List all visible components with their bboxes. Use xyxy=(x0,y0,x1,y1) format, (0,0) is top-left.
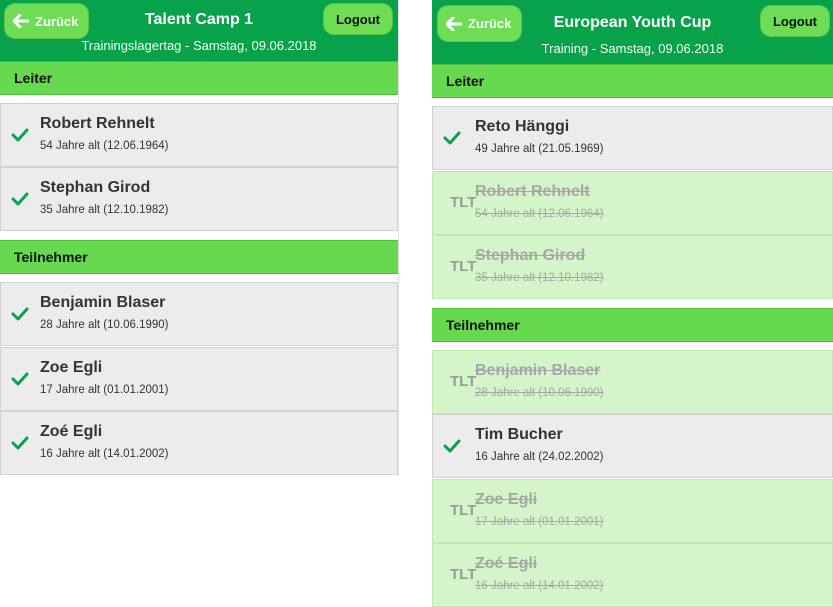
section-header-teilnehmer: Teilnehmer xyxy=(0,240,398,274)
participant-name: Tim Bucher xyxy=(475,426,563,443)
participant-row[interactable]: Reto Hänggi 49 Jahre alt (21.05.1969) xyxy=(432,106,833,170)
participant-age: 17 Jahre alt (01.01.2001) xyxy=(40,384,169,396)
header-bar: Zurück Talent Camp 1 Logout Trainingslag… xyxy=(0,0,398,61)
european-youth-cup-panel: Zurück European Youth Cup Logout Trainin… xyxy=(432,0,833,607)
participant-row[interactable]: Zoé Egli 16 Jahre alt (14.01.2002) xyxy=(0,411,398,475)
participant-age: 28 Jahre alt (10.06.1990) xyxy=(475,387,604,399)
check-icon xyxy=(11,372,29,391)
participant-row-excluded[interactable]: TLT Benjamin Blaser 28 Jahre alt (10.06.19… xyxy=(432,350,833,414)
participant-row[interactable]: Benjamin Blaser 28 Jahre alt (10.06.1990) xyxy=(0,282,398,346)
logout-button[interactable]: Logout xyxy=(760,6,829,36)
participant-age: 54 Jahre alt (12.06.1964) xyxy=(40,140,169,152)
participant-age: 16 Jahre alt (14.01.2002) xyxy=(475,580,604,592)
participant-name: Stephan Girod xyxy=(475,247,586,264)
check-icon xyxy=(11,128,29,147)
participant-age: 16 Jahre alt (14.01.2002) xyxy=(40,448,169,460)
check-icon xyxy=(443,131,461,150)
participant-name: Robert Rehnelt xyxy=(475,183,590,200)
participant-row-excluded[interactable]: TLT Zoe Egli 17 Jahre alt (01.01.2001) xyxy=(432,479,833,543)
tlt-badge: TLT xyxy=(450,258,477,275)
participant-name: Zoé Egli xyxy=(40,423,103,440)
participant-name: Benjamin Blaser xyxy=(475,362,601,379)
participant-name: Reto Hänggi xyxy=(475,118,570,135)
tlt-badge: TLT xyxy=(450,373,477,390)
participant-row-excluded[interactable]: TLT Stephan Girod 35 Jahre alt (12.10.1982… xyxy=(432,235,833,299)
participant-name: Zoé Egli xyxy=(475,555,538,572)
participant-row[interactable]: Robert Rehnelt 54 Jahre alt (12.06.1964) xyxy=(0,103,398,167)
section-header-leiter: Leiter xyxy=(432,64,833,98)
section-header-leiter: Leiter xyxy=(0,61,398,95)
check-icon xyxy=(443,439,461,458)
logout-button[interactable]: Logout xyxy=(323,4,392,34)
participant-row[interactable]: Tim Bucher 16 Jahre alt (24.02.2002) xyxy=(432,414,833,478)
page-subtitle: Trainingslagertag - Samstag, 09.06.2018 xyxy=(81,38,317,53)
tlt-badge: TLT xyxy=(450,502,477,519)
section-header-teilnehmer: Teilnehmer xyxy=(432,308,833,342)
participant-age: 35 Jahre alt (12.10.1982) xyxy=(475,272,604,284)
tlt-badge: TLT xyxy=(450,566,477,583)
participant-row-excluded[interactable]: TLT Robert Rehnelt 54 Jahre alt (12.06.196… xyxy=(432,171,833,235)
participant-row-excluded[interactable]: TLT Zoé Egli 16 Jahre alt (14.01.2002) xyxy=(432,543,833,607)
participant-row[interactable]: Zoe Egli 17 Jahre alt (01.01.2001) xyxy=(0,347,398,411)
page-subtitle: Training - Samstag, 09.06.2018 xyxy=(541,41,724,56)
participant-age: 35 Jahre alt (12.10.1982) xyxy=(40,204,169,216)
participant-age: 49 Jahre alt (21.05.1969) xyxy=(475,143,604,155)
header-bar: Zurück European Youth Cup Logout Trainin… xyxy=(432,0,833,64)
participant-name: Zoe Egli xyxy=(475,491,538,508)
participant-row[interactable]: Stephan Girod 35 Jahre alt (12.10.1982) xyxy=(0,167,398,231)
participant-name: Zoe Egli xyxy=(40,359,103,376)
check-icon xyxy=(11,307,29,326)
participant-age: 54 Jahre alt (12.06.1964) xyxy=(475,208,604,220)
tlt-badge: TLT xyxy=(450,194,477,211)
check-icon xyxy=(11,192,29,211)
participant-age: 16 Jahre alt (24.02.2002) xyxy=(475,451,604,463)
participant-age: 17 Jahre alt (01.01.2001) xyxy=(475,516,604,528)
participant-name: Robert Rehnelt xyxy=(40,115,155,132)
talent-camp-panel: Zurück Talent Camp 1 Logout Trainingslag… xyxy=(0,0,399,476)
participant-age: 28 Jahre alt (10.06.1990) xyxy=(40,319,169,331)
participant-name: Stephan Girod xyxy=(40,179,151,196)
check-icon xyxy=(11,436,29,455)
participant-name: Benjamin Blaser xyxy=(40,294,166,311)
